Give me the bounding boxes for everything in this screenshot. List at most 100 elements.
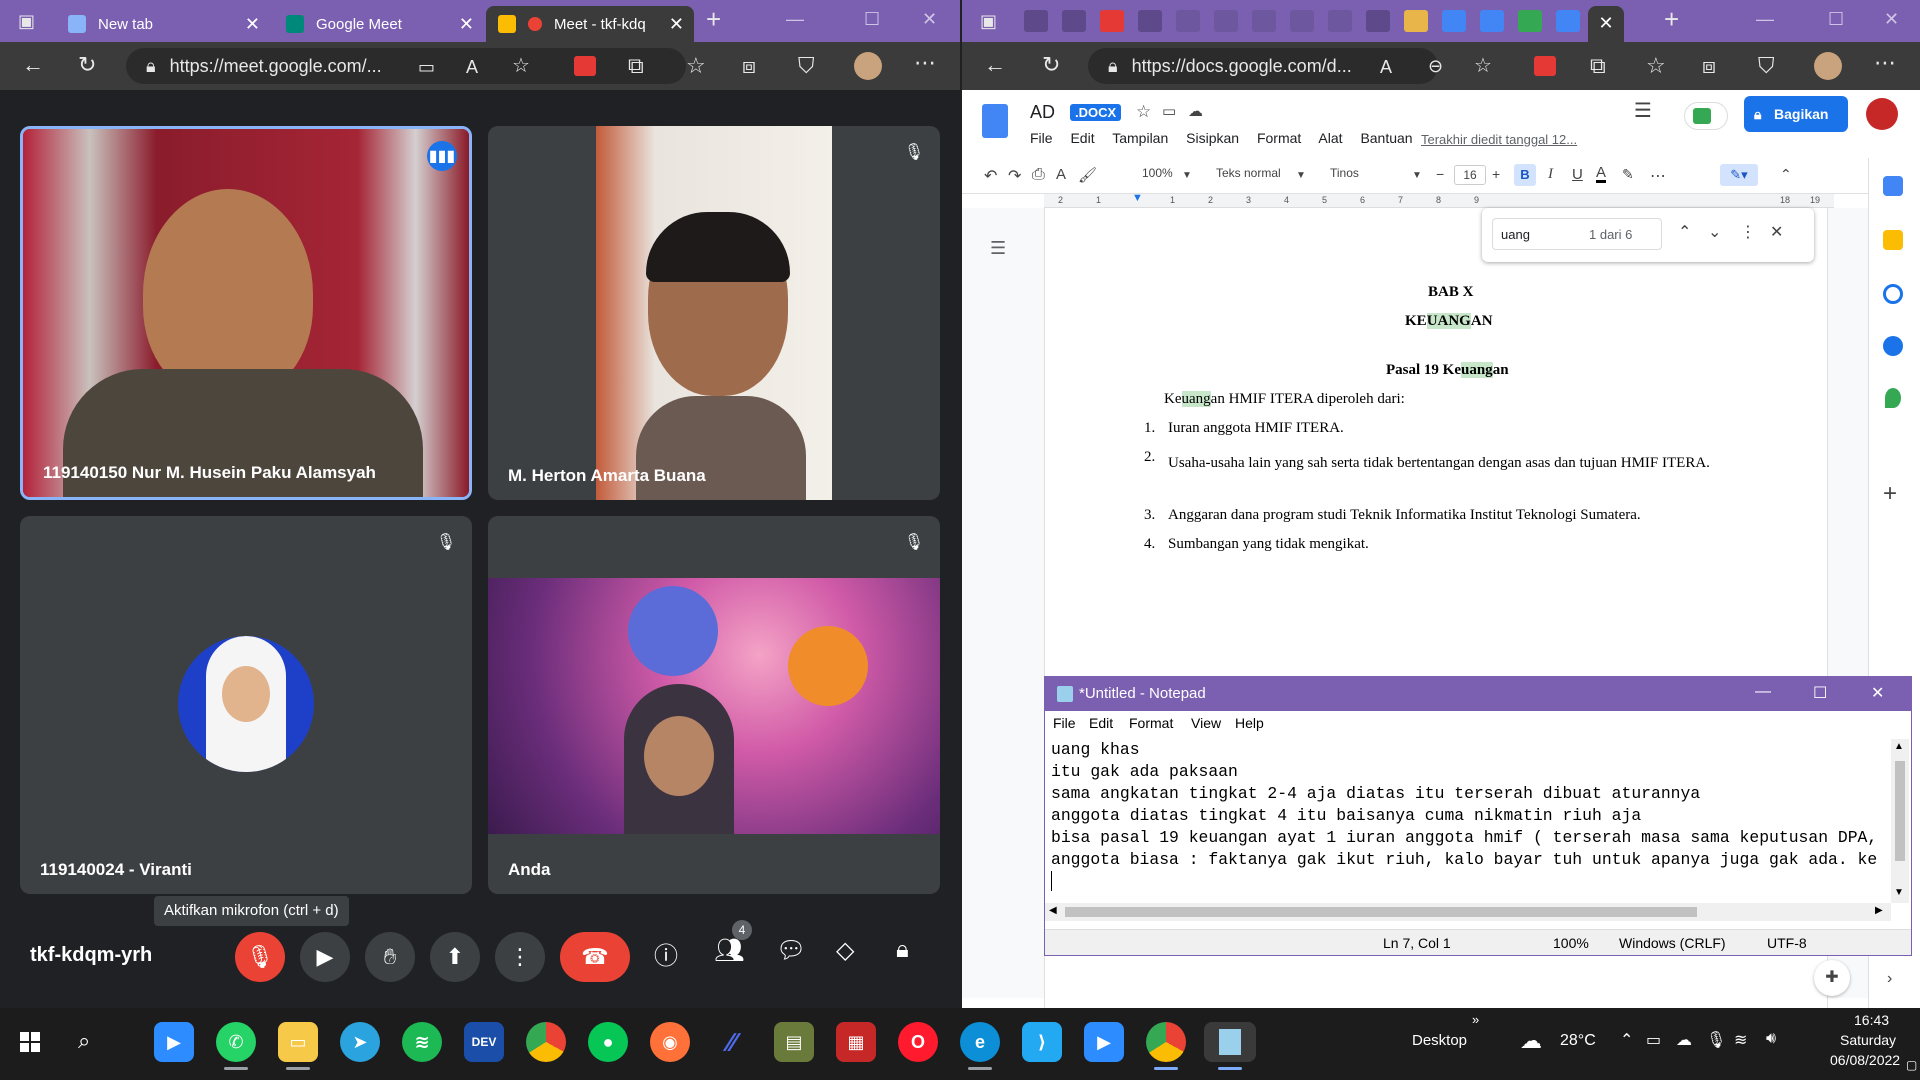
account-avatar[interactable]	[1866, 98, 1898, 130]
spellcheck-icon[interactable]: A	[1056, 166, 1066, 183]
participant-tile[interactable]: ▮▮▮ 119140150 Nur M. Husein Paku Alamsya…	[20, 126, 472, 500]
windows-start-icon[interactable]	[20, 1032, 40, 1052]
chrome-icon[interactable]	[526, 1022, 566, 1062]
doc-title[interactable]: AD	[1030, 102, 1055, 123]
zoom-meeting-icon[interactable]: ▶︎	[1084, 1022, 1124, 1062]
tab-icon[interactable]	[1328, 10, 1352, 32]
minimize-icon[interactable]: —	[1756, 8, 1774, 30]
chevron-double-icon[interactable]: »	[1472, 1012, 1479, 1027]
reload-icon[interactable]: ↻	[78, 54, 96, 76]
outline-icon[interactable]: ☰	[990, 238, 1006, 259]
wifi-icon[interactable]: ≋	[1734, 1030, 1747, 1050]
clock-day[interactable]: Saturday	[1840, 1032, 1896, 1048]
close-window-icon[interactable]: ✕	[922, 8, 937, 30]
find-prev-icon[interactable]: ⌃	[1678, 222, 1691, 242]
read-aloud-icon[interactable]: A	[466, 56, 478, 78]
find-options-icon[interactable]: ⋮	[1740, 222, 1756, 242]
new-tab-plus-icon[interactable]: +	[706, 6, 721, 32]
menu-help[interactable]: Help	[1235, 715, 1264, 731]
docs-tab-icon[interactable]	[1556, 10, 1580, 32]
indent-marker-icon[interactable]: ▼	[1132, 192, 1143, 204]
side-panel-toggle-icon[interactable]: ›	[1887, 970, 1892, 988]
line-app-icon[interactable]: ●	[588, 1022, 628, 1062]
clock-date[interactable]: 06/08/2022	[1830, 1052, 1900, 1068]
more-tools-icon[interactable]: ⋯	[1650, 166, 1666, 186]
participant-tile[interactable]: 🎙︎ 119140024 - Viranti	[20, 516, 472, 894]
tasks-icon[interactable]	[1883, 284, 1903, 304]
star-icon[interactable]: ☆	[1136, 102, 1151, 122]
extension-red-icon[interactable]	[574, 56, 596, 76]
menu-file[interactable]: File	[1053, 715, 1076, 731]
favorites-icon[interactable]: ☆	[1646, 55, 1666, 77]
find-close-icon[interactable]: ✕	[1770, 222, 1783, 242]
collapse-toolbar-icon[interactable]: ⌃	[1780, 166, 1792, 183]
highlight-icon[interactable]: ✎	[1622, 166, 1634, 183]
more-options-button[interactable]: ⋮	[495, 932, 545, 982]
tab-icon[interactable]	[1214, 10, 1238, 32]
menu-file[interactable]: File	[1030, 130, 1053, 146]
chrome-active-icon[interactable]	[1146, 1022, 1186, 1070]
vscode-icon[interactable]: ⟩	[1022, 1022, 1062, 1062]
meet-join-button[interactable]	[1684, 102, 1728, 130]
collections-icon[interactable]: ⧈	[1702, 55, 1716, 77]
red-app-icon[interactable]: ▦	[836, 1022, 876, 1062]
opera-icon[interactable]: O	[898, 1022, 938, 1062]
menu-view[interactable]: Tampilan	[1112, 130, 1168, 146]
scroll-thumb[interactable]	[1065, 907, 1697, 917]
battery-icon[interactable]: ▭	[1646, 1030, 1661, 1050]
menu-edit[interactable]: Edit	[1089, 715, 1113, 731]
search-icon[interactable]: ⌕	[78, 1028, 90, 1054]
minimize-icon[interactable]: —	[786, 8, 804, 30]
app-icon[interactable]: ▤	[774, 1022, 814, 1062]
tab-new-tab[interactable]: New tab ✕	[56, 6, 270, 42]
share-button[interactable]: 🔒︎ Bagikan	[1744, 96, 1848, 132]
leave-call-button[interactable]: ☎︎	[560, 932, 630, 982]
print-icon[interactable]: ⎙	[1032, 166, 1045, 184]
docs-tab-icon[interactable]	[1442, 10, 1466, 32]
font-size-increase-icon[interactable]: +	[1492, 166, 1500, 182]
profile-avatar[interactable]	[1814, 52, 1842, 80]
tab-icon[interactable]	[1138, 10, 1162, 32]
menu-edit[interactable]: Edit	[1070, 130, 1094, 146]
notepad-text-area[interactable]: uang khas itu gak ada paksaan sama angkata…	[1051, 739, 1887, 899]
host-controls-icon[interactable]: 🔒︎	[896, 936, 909, 964]
vertical-scrollbar[interactable]: ▲ ▼	[1891, 739, 1909, 903]
url-field[interactable]: 🔒︎ https://meet.google.com/...	[126, 48, 686, 84]
reload-icon[interactable]: ↻	[1042, 54, 1060, 76]
scroll-thumb[interactable]	[1895, 761, 1905, 861]
notepad-taskbar-icon[interactable]	[1204, 1022, 1256, 1070]
tab-google-meet[interactable]: Google Meet ✕	[274, 6, 484, 42]
extension-red-icon[interactable]	[1534, 56, 1556, 76]
chat-icon[interactable]: 💬︎	[776, 936, 806, 965]
chevron-up-icon[interactable]: ⌃	[1620, 1030, 1633, 1050]
telegram-icon[interactable]: ➤	[340, 1022, 380, 1062]
firefox-icon[interactable]: ◉	[650, 1022, 690, 1062]
move-folder-icon[interactable]: ▭	[1162, 102, 1176, 120]
tab-icon[interactable]	[1176, 10, 1200, 32]
minimize-icon[interactable]: —	[1755, 683, 1771, 701]
more-menu-icon[interactable]: ⋯	[914, 52, 936, 74]
keep-icon[interactable]	[1883, 230, 1903, 250]
add-addon-icon[interactable]: +	[1883, 480, 1897, 508]
spotify-icon[interactable]: ≋	[402, 1022, 442, 1062]
maximize-icon[interactable]: ☐	[864, 8, 880, 30]
tab-icon[interactable]	[1366, 10, 1390, 32]
zoom-select[interactable]: 100%	[1142, 166, 1173, 180]
people-icon[interactable]: 👥︎	[714, 936, 744, 965]
more-menu-icon[interactable]: ⋯	[1874, 52, 1896, 74]
menu-help[interactable]: Bantuan	[1360, 130, 1412, 146]
menu-format[interactable]: Format	[1129, 715, 1173, 731]
camera-toggle-button[interactable]: ▶︎	[300, 932, 350, 982]
camera-site-icon[interactable]: ▭	[418, 56, 435, 78]
tab-actions-icon[interactable]: ▣	[18, 10, 35, 32]
file-explorer-icon[interactable]: ▭	[278, 1022, 318, 1070]
notification-icon[interactable]: ▢	[1906, 1058, 1917, 1072]
tab-icon[interactable]	[1024, 10, 1048, 32]
tab-icon[interactable]	[1290, 10, 1314, 32]
shield-icon[interactable]: ⛉	[798, 55, 815, 77]
read-aloud-icon[interactable]: A	[1380, 56, 1392, 78]
find-next-icon[interactable]: ⌄	[1708, 222, 1721, 242]
explore-icon[interactable]: ✚	[1814, 960, 1850, 996]
favorite-star-icon[interactable]: ☆	[1474, 55, 1492, 77]
menu-view[interactable]: View	[1191, 715, 1221, 731]
